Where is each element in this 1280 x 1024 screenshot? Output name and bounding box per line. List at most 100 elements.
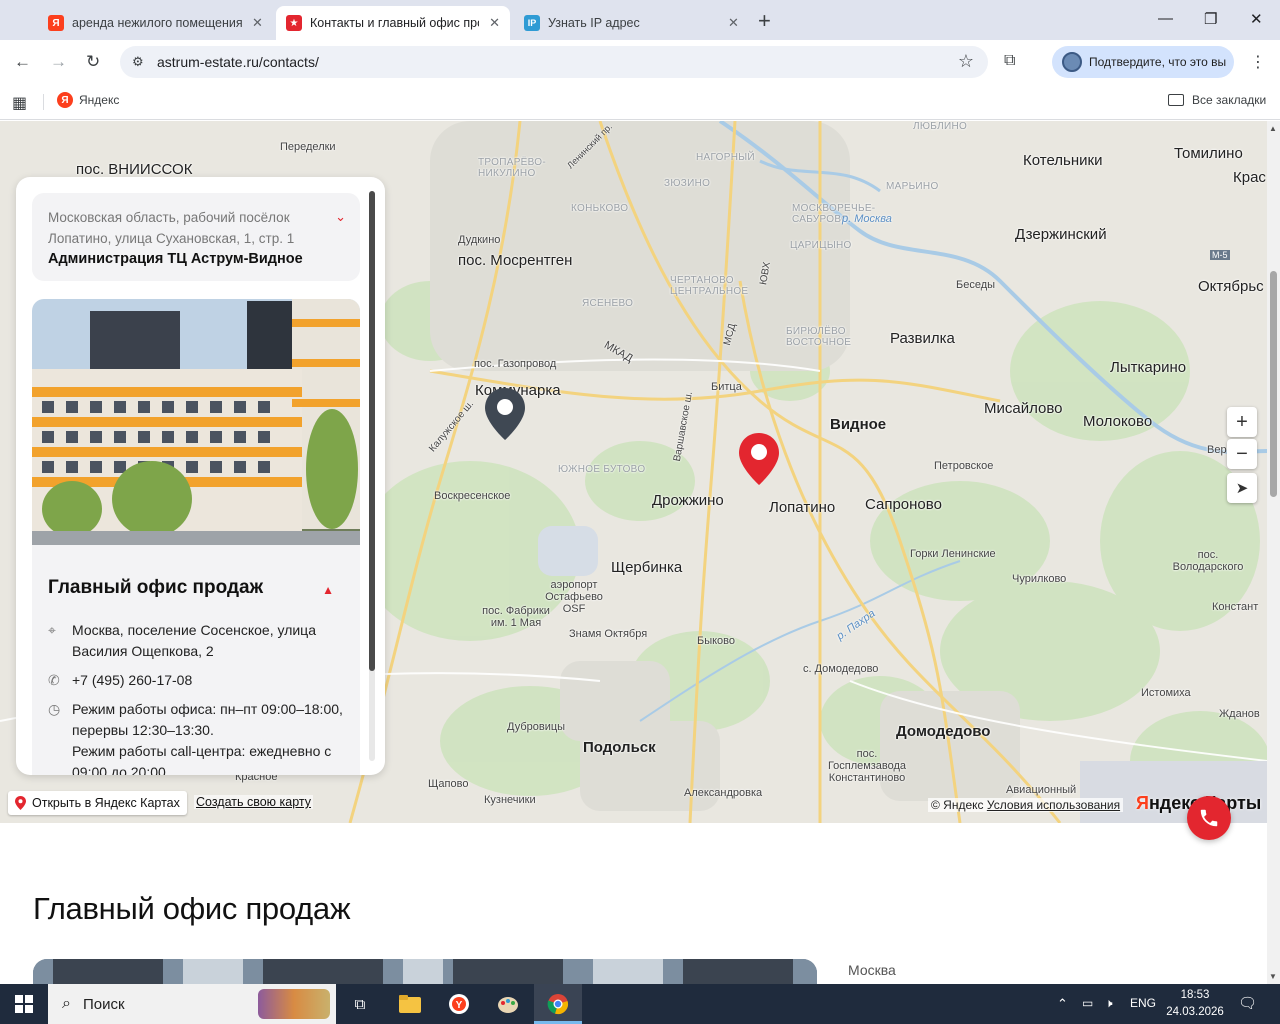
language-indicator[interactable]: ENG [1130, 996, 1156, 1010]
restore-icon[interactable]: ❐ [1204, 10, 1217, 28]
svg-text:Y: Y [456, 1000, 463, 1011]
clock-date: 24.03.2026 [1166, 1006, 1224, 1018]
bookmarks-bar: ▦ Я Яндекс Все закладки [0, 84, 1280, 120]
close-tab-icon[interactable]: ✕ [489, 15, 500, 31]
office-pin-icon[interactable] [483, 386, 527, 442]
tab-title: Контакты и главный офис продаж [310, 16, 479, 30]
selected-location-pin-icon[interactable] [737, 431, 781, 487]
open-in-yandex-maps-button[interactable]: Открыть в Яндекс Картах [8, 791, 187, 815]
map-label: Петровское [934, 460, 994, 472]
yandex-browser-icon[interactable]: Y [447, 992, 471, 1016]
task-view-icon[interactable]: ⧉ [348, 992, 372, 1016]
ip-icon: IP [524, 15, 540, 31]
map-label: Жданов [1219, 708, 1260, 720]
map-label: Видное [830, 416, 887, 433]
map-label: Подольск [583, 739, 656, 756]
network-icon[interactable]: ▭ [1082, 996, 1093, 1010]
start-button[interactable] [0, 984, 48, 1024]
yandex-icon: Я [57, 92, 73, 108]
apps-grid-icon[interactable]: ▦ [12, 93, 27, 113]
map-label: Сапроново [865, 496, 942, 513]
page-scrollbar-thumb[interactable] [1270, 271, 1277, 497]
address-bar[interactable]: ⚙ astrum-estate.ru/contacts/ ☆ [120, 46, 988, 78]
office-title: Главный офис продаж [48, 577, 264, 598]
page-scrollbar[interactable]: ▲ ▼ [1267, 121, 1280, 984]
clock[interactable]: 18:53 24.03.2026 [1160, 987, 1230, 1021]
tab-title: аренда нежилого помещения [72, 16, 242, 30]
call-button[interactable] [1187, 796, 1231, 840]
map-label: Истомиха [1141, 687, 1191, 699]
location-selector[interactable]: Московская область, рабочий посёлок Лопа… [32, 193, 360, 281]
bookmark-star-icon[interactable]: ☆ [958, 51, 974, 72]
file-explorer-icon[interactable] [398, 992, 422, 1016]
folder-icon [1168, 94, 1184, 106]
tab-ip[interactable]: IP Узнать IP адрес ✕ [514, 6, 749, 40]
close-tab-icon[interactable]: ✕ [728, 15, 739, 31]
phone-icon [1200, 809, 1218, 827]
tab-yandex-search[interactable]: Я аренда нежилого помещения ✕ [38, 6, 273, 40]
search-icon: ⌕ [62, 995, 71, 1012]
map-label: КОНЬКОВО [571, 203, 629, 214]
profile-button[interactable]: Подтвердите, что это вы [1052, 46, 1234, 78]
extensions-icon[interactable]: ⧉ [1004, 52, 1015, 70]
chevron-up-icon[interactable]: ⌃ [1057, 996, 1068, 1012]
menu-icon[interactable]: ⋮ [1250, 52, 1266, 72]
close-tab-icon[interactable]: ✕ [252, 15, 263, 31]
forward-icon[interactable]: → [50, 52, 67, 72]
map-label: ТРОПАРЁВО-НИКУЛИНО [478, 157, 546, 179]
tab-title: Узнать IP адрес [548, 16, 640, 30]
card-scrollbar-thumb[interactable] [369, 191, 375, 671]
card-scrollbar[interactable] [369, 191, 375, 761]
reload-icon[interactable]: ↻ [86, 52, 100, 72]
map-label: Щербинка [611, 559, 683, 576]
location-address: Московская область, рабочий посёлок Лопа… [48, 210, 295, 246]
office-address: Москва, поселение Сосенское, улица Васил… [72, 622, 316, 659]
terms-link[interactable]: Условия использования [987, 798, 1120, 812]
chrome-icon[interactable] [546, 992, 570, 1016]
map-label: Томилино [1174, 145, 1243, 162]
tab-contacts[interactable]: ★ Контакты и главный офис продаж ✕ [276, 6, 510, 40]
notifications-icon[interactable]: 🗨 [1238, 994, 1257, 1012]
scroll-up-icon[interactable]: ▲ [1269, 124, 1277, 133]
map-label: Котельники [1023, 152, 1103, 169]
map-label: Чурилково [1012, 573, 1067, 585]
back-icon[interactable]: ← [14, 52, 31, 72]
map-label: ЛЮБЛИНО [913, 121, 968, 132]
chevron-up-icon[interactable]: ▲ [322, 583, 334, 597]
zoom-in-button[interactable]: + [1227, 407, 1257, 437]
phone-icon: ✆ [48, 672, 60, 688]
scroll-down-icon[interactable]: ▼ [1269, 972, 1277, 981]
map-label: Дзержинский [1015, 226, 1107, 243]
search-highlight-image [258, 989, 330, 1019]
all-bookmarks-button[interactable]: Все закладки [1168, 93, 1266, 107]
map-label: Лыткарино [1110, 359, 1187, 376]
map-label: Щапово [428, 778, 469, 790]
callcenter-hours: Режим работы call-центра: ежедневно с 09… [72, 743, 332, 775]
new-tab-button[interactable]: + [758, 8, 771, 34]
bookmark-yandex[interactable]: Я Яндекс [57, 92, 119, 108]
site-info-icon[interactable]: ⚙ [132, 54, 144, 70]
minimize-icon[interactable]: — [1158, 10, 1173, 27]
zoom-out-button[interactable]: − [1227, 439, 1257, 469]
bookmark-label: Яндекс [79, 93, 120, 107]
map-label: пос. ВНИИССОК [76, 161, 193, 178]
office-phone[interactable]: +7 (495) 260-17-08 [72, 670, 192, 691]
map-label: с. Домодедово [803, 663, 879, 675]
map-label: Александровка [684, 787, 763, 799]
create-map-link[interactable]: Создать свою карту [194, 795, 314, 809]
map-label: Дрожжино [652, 492, 724, 509]
yandex-map[interactable]: пос. ВНИИССОК Переделки ТРОПАРЁВО-НИКУЛИ… [0, 121, 1267, 823]
volume-icon[interactable]: 🕨 [1105, 996, 1113, 1011]
map-label: Домодедово [896, 723, 991, 740]
map-label: Битца [711, 381, 742, 393]
map-label: Беседы [956, 279, 996, 291]
office-city: Москва [848, 962, 896, 978]
paint-icon[interactable] [496, 992, 520, 1016]
taskbar-search[interactable]: ⌕ Поиск [48, 984, 336, 1024]
close-window-icon[interactable]: ✕ [1250, 10, 1263, 28]
map-label: Констант [1212, 601, 1259, 613]
office-address-row: ⌖ Москва, поселение Сосенское, улица Вас… [48, 620, 348, 662]
geolocation-button[interactable]: ➤ [1227, 473, 1257, 503]
chevron-down-icon[interactable]: ⌄ [335, 209, 346, 225]
profile-label: Подтвердите, что это вы [1089, 55, 1227, 69]
